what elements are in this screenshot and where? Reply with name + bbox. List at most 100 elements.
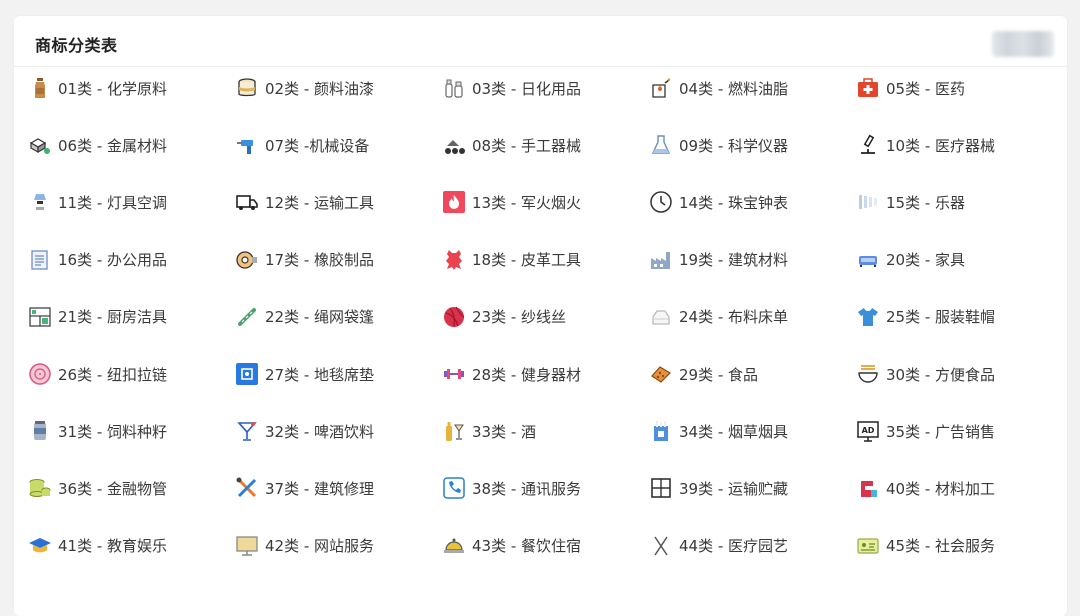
category-item[interactable]: 22类 - 绳网袋篷 <box>234 303 374 331</box>
cocktail-icon <box>234 418 260 444</box>
ad-board-icon: AD <box>855 418 881 444</box>
category-label: 28类 - 健身器材 <box>472 365 582 384</box>
category-label: 35类 - 广告销售 <box>886 422 996 441</box>
category-label: 18类 - 皮革工具 <box>472 251 582 270</box>
category-item[interactable]: 44类 - 医疗园艺 <box>648 532 788 560</box>
category-item[interactable]: AD 35类 - 广告销售 <box>855 417 995 445</box>
category-item[interactable]: 28类 - 健身器材 <box>441 360 581 388</box>
category-item[interactable]: 17类 - 橡胶制品 <box>234 246 374 274</box>
category-label: 24类 - 布料床单 <box>679 308 789 327</box>
category-label: 05类 - 医药 <box>886 79 966 98</box>
category-item[interactable]: 24类 - 布料床单 <box>648 303 788 331</box>
category-item[interactable]: 12类 - 运输工具 <box>234 188 374 216</box>
svg-text:AD: AD <box>862 426 875 435</box>
category-label: 13类 - 军火烟火 <box>472 193 582 212</box>
category-label: 32类 - 啤酒饮料 <box>265 422 375 441</box>
metal-blocks-icon <box>27 132 53 158</box>
sofa-icon <box>855 247 881 273</box>
category-label: 43类 - 餐饮住宿 <box>472 537 582 556</box>
lamp-icon <box>27 189 53 215</box>
category-label: 01类 - 化学原料 <box>58 79 168 98</box>
category-label: 36类 - 金融物管 <box>58 479 168 498</box>
category-item[interactable]: 42类 - 网站服务 <box>234 532 374 560</box>
document-icon <box>27 247 53 273</box>
category-item[interactable]: 41类 - 教育娱乐 <box>27 532 167 560</box>
category-item[interactable]: 29类 - 食品 <box>648 360 758 388</box>
category-item[interactable]: 01类 - 化学原料 <box>27 74 167 102</box>
category-item[interactable]: 16类 - 办公用品 <box>27 246 167 274</box>
category-label: 30类 - 方便食品 <box>886 365 996 384</box>
category-label: 09类 - 科学仪器 <box>679 136 789 155</box>
category-label: 29类 - 食品 <box>679 365 759 384</box>
category-item[interactable]: 05类 - 医药 <box>855 74 965 102</box>
category-label: 20类 - 家具 <box>886 251 966 270</box>
category-item[interactable]: 19类 - 建筑材料 <box>648 246 788 274</box>
category-item[interactable]: 11类 - 灯具空调 <box>27 188 167 216</box>
category-item[interactable]: 20类 - 家具 <box>855 246 965 274</box>
category-item[interactable]: 03类 - 日化用品 <box>441 74 581 102</box>
medical-kit-icon <box>855 75 881 101</box>
category-item[interactable]: 21类 - 厨房洁具 <box>27 303 167 331</box>
category-item[interactable]: 09类 - 科学仪器 <box>648 131 788 159</box>
kitchen-shelf-icon <box>27 304 53 330</box>
category-item[interactable]: 14类 - 珠宝钟表 <box>648 188 788 216</box>
category-item[interactable]: 07类 -机械设备 <box>234 131 369 159</box>
xylophone-icon <box>855 189 881 215</box>
category-item[interactable]: 06类 - 金属材料 <box>27 131 167 159</box>
category-item[interactable]: 25类 - 服装鞋帽 <box>855 303 995 331</box>
category-item[interactable]: 26类 - 纽扣拉链 <box>27 360 167 388</box>
category-item[interactable]: 04类 - 燃料油脂 <box>648 74 788 102</box>
category-label: 04类 - 燃料油脂 <box>679 79 789 98</box>
hand-tool-icon <box>441 132 467 158</box>
category-item[interactable]: 18类 - 皮革工具 <box>441 246 581 274</box>
category-item[interactable]: 08类 - 手工器械 <box>441 131 581 159</box>
category-item[interactable]: 40类 - 材料加工 <box>855 474 995 502</box>
category-item[interactable]: 15类 - 乐器 <box>855 188 965 216</box>
category-item[interactable]: 10类 - 医疗器械 <box>855 131 995 159</box>
category-label: 16类 - 办公用品 <box>58 251 168 270</box>
category-item[interactable]: 02类 - 颜料油漆 <box>234 74 374 102</box>
category-item[interactable]: 23类 - 纱线丝 <box>441 303 566 331</box>
category-label: 11类 - 灯具空调 <box>58 193 168 212</box>
user-avatar[interactable] <box>992 31 1054 57</box>
category-label: 19类 - 建筑材料 <box>679 251 789 270</box>
category-item[interactable]: 45类 - 社会服务 <box>855 532 995 560</box>
category-item[interactable]: 27类 - 地毯席垫 <box>234 360 374 388</box>
button-icon <box>27 361 53 387</box>
noodle-bowl-icon <box>855 361 881 387</box>
category-label: 14类 - 珠宝钟表 <box>679 193 789 212</box>
repair-tools-icon <box>234 475 260 501</box>
category-item[interactable]: 34类 - 烟草烟具 <box>648 417 788 445</box>
category-label: 45类 - 社会服务 <box>886 537 996 556</box>
category-item[interactable]: 38类 - 通讯服务 <box>441 474 581 502</box>
category-label: 41类 - 教育娱乐 <box>58 537 168 556</box>
category-label: 21类 - 厨房洁具 <box>58 308 168 327</box>
category-label: 23类 - 纱线丝 <box>472 308 567 327</box>
category-item[interactable]: 39类 - 运输贮藏 <box>648 474 788 502</box>
category-item[interactable]: 43类 - 餐饮住宿 <box>441 532 581 560</box>
coins-icon <box>27 475 53 501</box>
microscope-icon <box>855 132 881 158</box>
flask-icon <box>648 132 674 158</box>
bed-sheet-icon <box>648 304 674 330</box>
category-label: 37类 - 建筑修理 <box>265 479 375 498</box>
category-item[interactable]: 37类 - 建筑修理 <box>234 474 374 502</box>
category-label: 38类 - 通讯服务 <box>472 479 582 498</box>
drill-icon <box>234 132 260 158</box>
category-item[interactable]: 13类 - 军火烟火 <box>441 188 581 216</box>
monitor-icon <box>234 533 260 559</box>
category-label: 26类 - 纽扣拉链 <box>58 365 168 384</box>
category-item[interactable]: 36类 - 金融物管 <box>27 474 167 502</box>
category-item[interactable]: 30类 - 方便食品 <box>855 360 995 388</box>
category-label: 17类 - 橡胶制品 <box>265 251 375 270</box>
fire-icon <box>441 189 467 215</box>
category-item[interactable]: 33类 - 酒 <box>441 417 536 445</box>
category-item[interactable]: 32类 - 啤酒饮料 <box>234 417 374 445</box>
category-item[interactable]: 31类 - 饲料种籽 <box>27 417 167 445</box>
bottle-icon <box>27 75 53 101</box>
category-label: 34类 - 烟草烟具 <box>679 422 789 441</box>
phone-icon <box>441 475 467 501</box>
category-label: 12类 - 运输工具 <box>265 193 375 212</box>
wine-icon <box>441 418 467 444</box>
category-label: 25类 - 服装鞋帽 <box>886 308 996 327</box>
